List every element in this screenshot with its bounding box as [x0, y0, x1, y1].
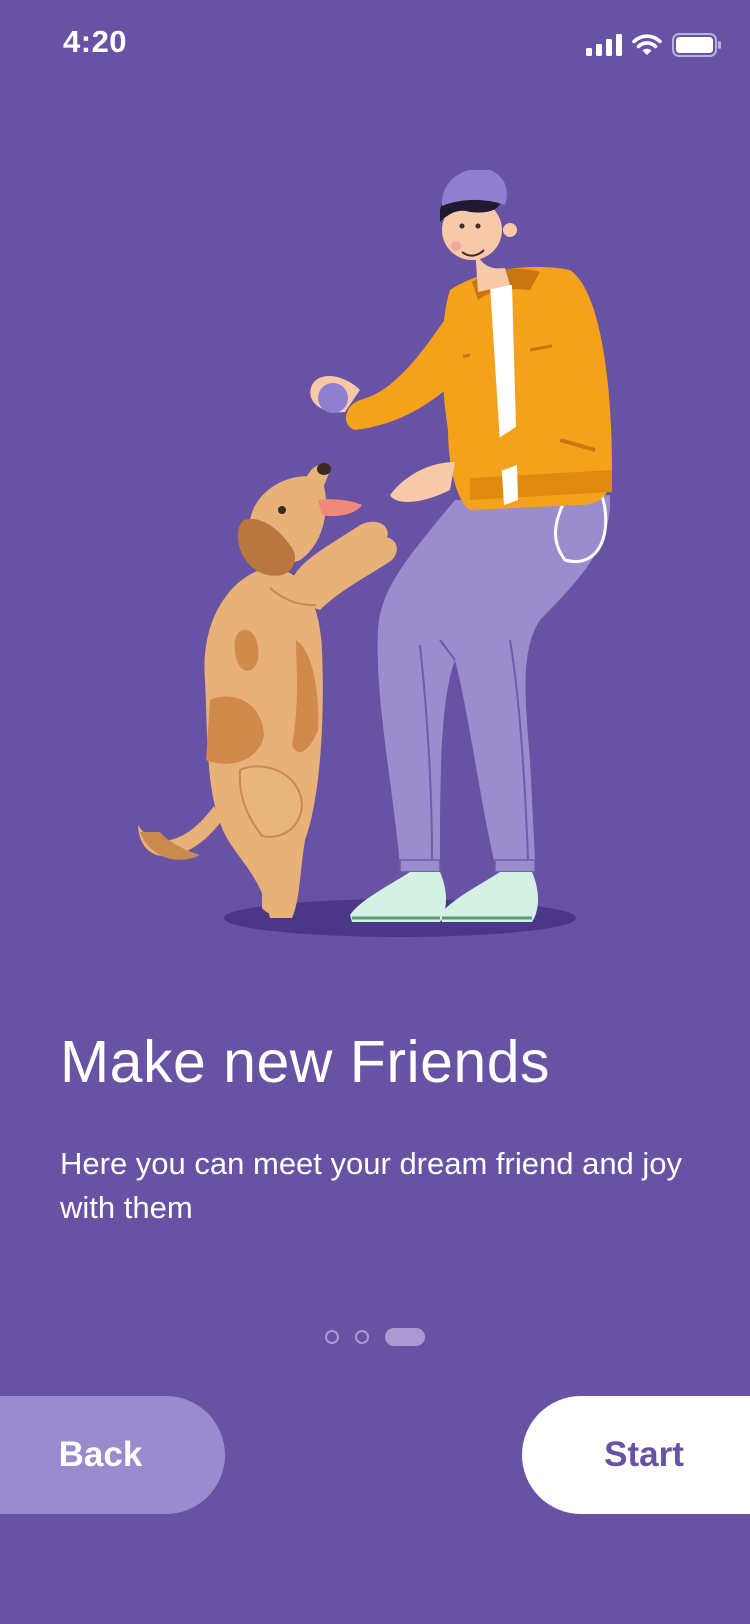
page-indicator-dot-2[interactable]: [355, 1330, 369, 1344]
status-time: 4:20: [63, 24, 128, 59]
page-indicator-dot-1[interactable]: [325, 1330, 339, 1344]
status-icons: [586, 33, 722, 57]
page-indicator-dot-3-active[interactable]: [385, 1328, 425, 1346]
page-title: Make new Friends: [60, 1029, 551, 1095]
man-playing-with-dog-illustration: [138, 170, 612, 937]
battery-icon: [672, 33, 721, 57]
page-indicator: [0, 1325, 750, 1349]
wifi-icon: [632, 34, 662, 55]
start-button[interactable]: Start: [522, 1396, 750, 1514]
back-button-label: Back: [58, 1435, 143, 1474]
back-button[interactable]: Back: [0, 1396, 225, 1514]
status-bar: 4:20: [0, 0, 750, 92]
dog-illustration: [138, 463, 397, 918]
start-button-label: Start: [604, 1435, 684, 1474]
cellular-signal-icon: [586, 34, 622, 56]
page-subtitle: Here you can meet your dream friend and …: [60, 1146, 683, 1225]
